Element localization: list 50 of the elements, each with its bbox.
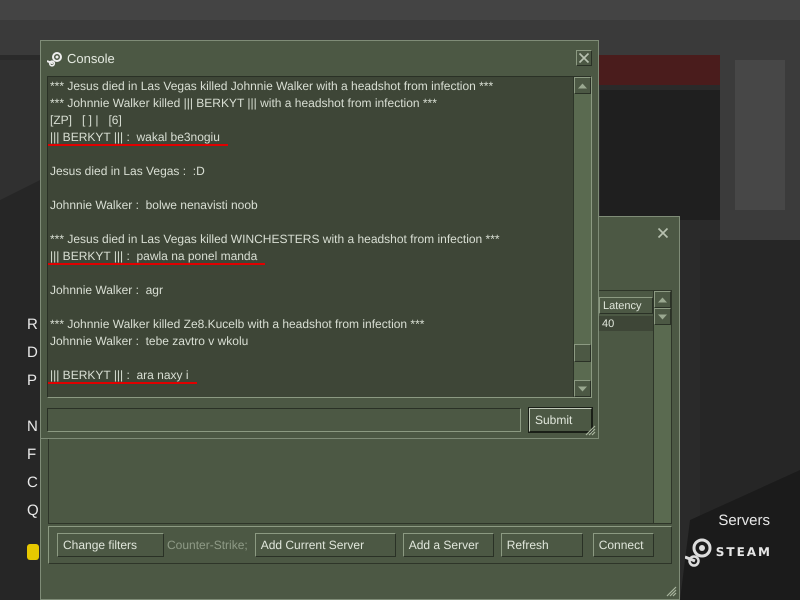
submit-button[interactable]: Submit [529,408,592,432]
scroll-up-button[interactable] [654,291,671,308]
log-line: ||| BERKYT ||| : wakal be3nogiu [48,129,228,146]
menu-item[interactable]: D [27,344,38,362]
title-icon [47,50,63,66]
log-line: [ZP] [ ] | [6] [50,112,122,129]
close-button[interactable] [576,50,592,66]
column-header[interactable]: Latency [599,297,653,314]
scrollbar-track[interactable] [573,77,591,397]
menu-item[interactable]: N [27,418,38,436]
brand-name: STEAM [716,545,772,559]
servers-label: Servers [718,512,770,529]
menu-item[interactable]: C [27,474,38,492]
scroll-thumb[interactable] [574,344,591,362]
log-line: *** Jesus died in Las Vegas killed Johnnie Walker with a headshot from infection *** [50,78,494,95]
resize-grip-icon[interactable] [666,586,677,597]
toolbar-button[interactable]: Refresh [500,533,583,557]
filter-label: Counter-Strike; [167,538,248,552]
scroll-down-button[interactable] [574,380,591,397]
menu-item[interactable]: F [27,446,36,464]
log-line: Johnnie Walker : bolwe nenavisti noob [50,197,258,214]
log-line: *** Johnnie Walker killed ||| BERKYT ||| with a headshot from infection *** [50,95,437,112]
scroll-down-button[interactable] [654,308,671,325]
caret-up-icon [578,82,587,88]
menu-item[interactable]: R [27,316,38,334]
scrollbar-track[interactable] [653,291,671,523]
log-line: Johnnie Walker : agr [50,282,163,299]
status-icon [27,544,39,560]
toolbar-button[interactable]: Change filters [57,533,164,557]
log-line: *** Jesus died in Las Vegas killed WINCHESTERS with a headshot from infection *** [50,231,500,248]
log-line: ||| BERKYT ||| : pawla na ponel manda [48,248,266,265]
menu-item[interactable]: Q [27,502,39,520]
log-line: Jesus died in Las Vegas : :D [50,163,205,180]
scroll-up-button[interactable] [574,77,591,94]
menu-item[interactable]: P [27,372,38,390]
log-line: *** Johnnie Walker killed Ze8.Kucelb with a headshot from infection *** [50,316,424,333]
caret-down-icon [578,386,587,392]
toolbar-button[interactable]: Connect [592,533,654,557]
caret-up-icon [658,296,667,302]
command-input[interactable] [47,408,521,432]
resize-grip-icon[interactable] [585,425,596,436]
toolbar-button[interactable]: Add a Server [402,533,494,557]
window-title: Console [67,51,115,66]
close-button[interactable] [656,226,670,240]
log-line: Johnnie Walker : tebe zavtro v wkolu [50,333,248,350]
toolbar-button[interactable]: Add Current Server [254,533,396,557]
log-line: ||| BERKYT ||| : ara naxy i [48,367,197,384]
table-cell[interactable]: 40 [599,316,653,331]
caret-down-icon [658,314,667,320]
logo-icon [684,537,713,567]
